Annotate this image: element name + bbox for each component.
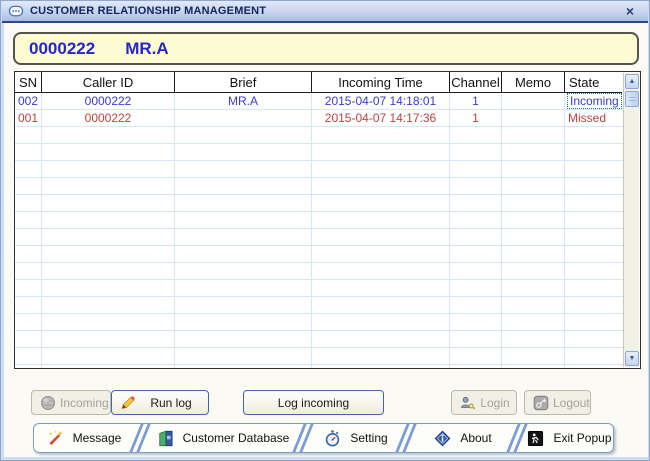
column-header-brief[interactable]: Brief (175, 72, 312, 93)
table-body: 002 0000222 MR.A 2015-04-07 14:18:01 1 I… (15, 93, 623, 368)
log-incoming-button[interactable]: Log incoming (243, 390, 384, 415)
tab-separator (134, 424, 149, 452)
column-header-memo[interactable]: Memo (502, 72, 565, 93)
table-row-empty[interactable] (15, 348, 623, 365)
magic-wand-icon (47, 430, 64, 447)
pencil-icon (120, 395, 136, 411)
exit-icon (527, 430, 544, 447)
table-row-empty[interactable] (15, 212, 623, 229)
titlebar[interactable]: CUSTOMER RELATIONSHIP MANAGEMENT × (2, 1, 648, 23)
log-incoming-button-label: Log incoming (250, 396, 377, 410)
cell-memo (502, 93, 565, 110)
scroll-down-button[interactable]: ▼ (625, 351, 639, 366)
tab-separator (400, 424, 415, 452)
tab-separator (297, 424, 312, 452)
cell-brief (175, 110, 312, 127)
cell-sn: 001 (15, 110, 42, 127)
scrollbar-thumb[interactable] (625, 91, 639, 107)
table-row-empty[interactable] (15, 161, 623, 178)
tab-setting[interactable]: Setting (312, 424, 400, 452)
tab-message[interactable]: Message (34, 424, 134, 452)
banner-caller-id: 0000222 (29, 39, 95, 59)
vertical-scrollbar[interactable]: ▲ ▼ (623, 73, 639, 367)
tab-customer-database-label: Customer Database (183, 431, 290, 445)
tab-customer-database[interactable]: Customer Database (149, 424, 297, 452)
column-header-sn[interactable]: SN (15, 72, 42, 93)
tab-message-label: Message (73, 431, 122, 445)
close-button[interactable]: × (620, 3, 640, 19)
bottom-tabbar: Message Customer Database Setting About (33, 423, 614, 453)
table-row-empty[interactable] (15, 365, 623, 368)
banner-caller-name: MR.A (125, 39, 168, 59)
open-door-icon (157, 430, 174, 447)
cell-incoming-time: 2015-04-07 14:17:36 (312, 110, 450, 127)
table-header: SN Caller ID Brief Incoming Time Channel… (15, 72, 640, 93)
tab-about[interactable]: About (415, 424, 511, 452)
tab-setting-label: Setting (350, 431, 387, 445)
column-header-caller-id[interactable]: Caller ID (42, 72, 175, 93)
table-row-empty[interactable] (15, 144, 623, 161)
globe-icon (40, 395, 56, 411)
user-key-icon (460, 395, 476, 411)
cell-memo (502, 110, 565, 127)
focused-state-cell[interactable]: Incoming (568, 94, 621, 108)
cell-state: Incoming (565, 93, 623, 110)
column-header-channel[interactable]: Channel (450, 72, 502, 93)
scroll-up-button[interactable]: ▲ (625, 74, 639, 89)
table-row-empty[interactable] (15, 263, 623, 280)
table-row-incoming[interactable]: 002 0000222 MR.A 2015-04-07 14:18:01 1 I… (15, 93, 623, 110)
cell-channel: 1 (450, 110, 502, 127)
cell-incoming-time: 2015-04-07 14:18:01 (312, 93, 450, 110)
info-diamond-icon (434, 430, 451, 447)
crm-popup-window: CUSTOMER RELATIONSHIP MANAGEMENT × 00002… (0, 0, 650, 461)
stopwatch-icon (324, 430, 341, 447)
caller-banner: 0000222 MR.A (13, 32, 639, 65)
cell-brief: MR.A (175, 93, 312, 110)
chat-bubble-icon (8, 4, 24, 19)
login-button-label: Login (480, 396, 510, 410)
cell-caller-id: 0000222 (42, 93, 175, 110)
table-row-empty[interactable] (15, 314, 623, 331)
key-badge-icon (533, 395, 549, 411)
cell-caller-id: 0000222 (42, 110, 175, 127)
tab-separator (511, 424, 526, 452)
table-row-empty[interactable] (15, 331, 623, 348)
table-row-empty[interactable] (15, 229, 623, 246)
column-header-state[interactable]: State (565, 72, 622, 93)
table-row-empty[interactable] (15, 297, 623, 314)
column-header-incoming-time[interactable]: Incoming Time (312, 72, 450, 93)
table-row-empty[interactable] (15, 127, 623, 144)
incoming-button-label: Incoming (60, 396, 109, 410)
logout-button-label: Logout (553, 396, 590, 410)
tab-about-label: About (460, 431, 491, 445)
window-title: CUSTOMER RELATIONSHIP MANAGEMENT (30, 5, 620, 17)
table-row-missed[interactable]: 001 0000222 2015-04-07 14:17:36 1 Missed (15, 110, 623, 127)
call-log-table: SN Caller ID Brief Incoming Time Channel… (14, 71, 641, 369)
incoming-button[interactable]: Incoming (31, 390, 111, 415)
logout-button[interactable]: Logout (524, 390, 591, 415)
tab-exit-popup-label: Exit Popup (553, 431, 611, 445)
tab-exit-popup[interactable]: Exit Popup (526, 424, 613, 452)
table-row-empty[interactable] (15, 178, 623, 195)
table-row-empty[interactable] (15, 195, 623, 212)
cell-state: Missed (565, 110, 623, 127)
table-row-empty[interactable] (15, 280, 623, 297)
run-log-button[interactable]: Run log (111, 390, 209, 415)
run-log-button-label: Run log (140, 396, 202, 410)
cell-sn: 002 (15, 93, 42, 110)
table-row-empty[interactable] (15, 246, 623, 263)
login-button[interactable]: Login (451, 390, 517, 415)
cell-channel: 1 (450, 93, 502, 110)
